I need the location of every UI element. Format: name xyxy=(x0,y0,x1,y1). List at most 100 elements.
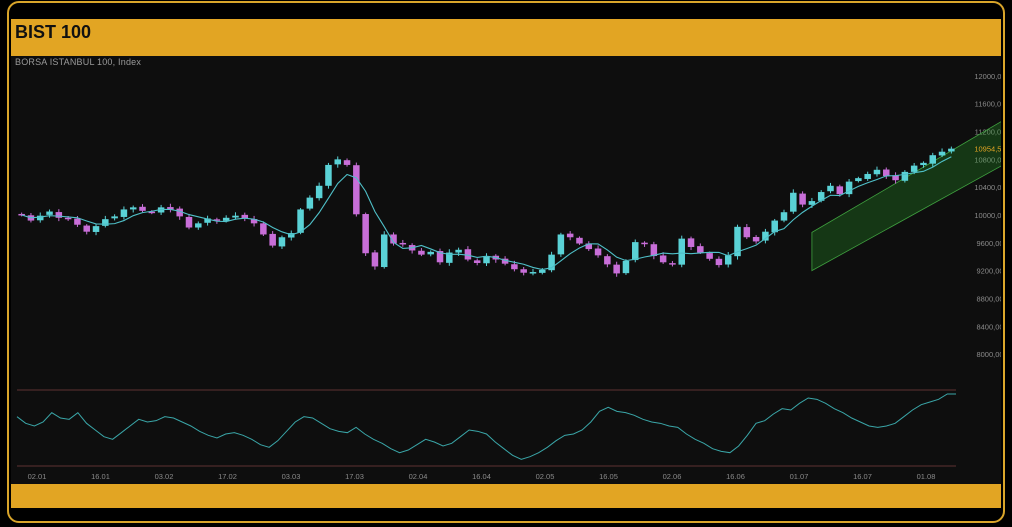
candle-body xyxy=(752,236,760,242)
x-tick-label: 02.06 xyxy=(663,472,682,481)
candle-body xyxy=(659,255,667,263)
candle-body xyxy=(557,234,565,255)
candle-body xyxy=(64,217,72,220)
candle-body xyxy=(260,223,267,235)
candle-body xyxy=(790,192,797,212)
candle-body xyxy=(780,212,788,221)
candle-body xyxy=(120,209,128,217)
candle-body xyxy=(901,171,909,181)
candle-body xyxy=(55,212,63,218)
candle-body xyxy=(139,206,146,211)
candle-body xyxy=(641,242,648,245)
candle-body xyxy=(529,272,537,274)
candle-body xyxy=(594,248,602,256)
candle-body xyxy=(418,250,425,255)
candle-body xyxy=(297,209,304,233)
candle-body xyxy=(910,165,918,172)
candle-body xyxy=(836,186,844,195)
candle-body xyxy=(455,249,462,253)
candle-body xyxy=(873,169,881,175)
x-tick-label: 03.02 xyxy=(155,472,174,481)
x-tick-label: 16.05 xyxy=(599,472,618,481)
candle-body xyxy=(604,256,611,265)
bottom-bar xyxy=(11,484,1001,508)
candle-body xyxy=(92,226,100,232)
candle-body xyxy=(743,227,751,238)
y-tick-label: 8400,00 xyxy=(976,322,1001,331)
candle-body xyxy=(427,251,434,255)
y-tick-label: 10000,00 xyxy=(974,211,1001,220)
candle-body xyxy=(399,242,407,245)
candle-body xyxy=(576,237,583,244)
x-tick-label: 01.08 xyxy=(917,472,936,481)
candle-body xyxy=(539,269,546,273)
candle-body xyxy=(195,223,202,228)
y-tick-label: 12000,00 xyxy=(974,72,1001,81)
x-tick-label: 02.01 xyxy=(28,472,47,481)
candle-body xyxy=(334,159,342,165)
candle-body xyxy=(706,253,713,259)
candle-body xyxy=(799,193,806,205)
x-tick-label: 16.01 xyxy=(91,472,110,481)
candle-body xyxy=(827,185,834,192)
candle-body xyxy=(278,237,286,247)
candle-body xyxy=(46,211,53,215)
chart-title: BIST 100 xyxy=(15,22,92,42)
y-tick-label: 10400,00 xyxy=(974,183,1001,192)
candle-body xyxy=(687,238,695,247)
candle-body xyxy=(669,263,676,265)
x-tick-label: 02.05 xyxy=(536,472,555,481)
candle-body xyxy=(353,165,360,215)
candle-body xyxy=(631,242,639,261)
x-tick-label: 03.03 xyxy=(282,472,301,481)
candle-body xyxy=(511,264,518,270)
oscillator-line xyxy=(16,393,956,460)
candle-body xyxy=(697,246,704,253)
candle-body xyxy=(232,215,239,218)
x-tick-label: 01.07 xyxy=(790,472,809,481)
candle-body xyxy=(111,216,118,219)
x-tick-label: 02.04 xyxy=(409,472,428,481)
candle-body xyxy=(613,264,620,274)
candle-body xyxy=(724,255,732,265)
candle-body xyxy=(920,162,927,166)
candle-body xyxy=(864,173,871,179)
chart-area: BORSA ISTANBUL 100, Index 12000,00 11600,… xyxy=(11,56,1012,484)
candle-body xyxy=(343,160,351,165)
candle-body xyxy=(938,151,946,156)
candle-body xyxy=(185,216,193,228)
x-tick-label: 16.07 xyxy=(853,472,872,481)
x-tick-label: 17.03 xyxy=(345,472,364,481)
candle-body xyxy=(483,256,490,264)
candle-body xyxy=(222,217,230,221)
x-tick-label: 16.06 xyxy=(726,472,745,481)
candle-body xyxy=(315,185,323,199)
x-tick-label: 17.02 xyxy=(218,472,237,481)
candle-body xyxy=(855,178,862,182)
candle-body xyxy=(102,219,109,226)
candle-body xyxy=(129,207,137,210)
y-tick-label: 8800,00 xyxy=(976,294,1001,303)
candle-body xyxy=(948,148,955,152)
candle-body xyxy=(325,164,332,186)
candle-body xyxy=(74,218,81,225)
candle-body xyxy=(678,238,685,265)
candle-body xyxy=(464,249,472,260)
candle-body xyxy=(306,197,314,209)
y-tick-label: 9200,00 xyxy=(976,267,1001,276)
chart-subtitle: BORSA ISTANBUL 100, Index xyxy=(15,57,142,67)
chart-svg: 12000,0011600,0011200,0010800,0010400,00… xyxy=(16,72,1012,481)
candle-body xyxy=(566,233,574,238)
candle-body xyxy=(362,214,369,254)
candle-body xyxy=(929,155,937,164)
candle-body xyxy=(622,260,630,274)
y-tick-label: 9600,00 xyxy=(976,239,1001,248)
y-tick-label: 11600,00 xyxy=(975,100,1001,109)
candle-body xyxy=(269,233,276,246)
candle-body xyxy=(883,169,890,177)
candle-body xyxy=(371,252,379,267)
candle-body xyxy=(520,269,527,273)
candle-body xyxy=(83,225,90,232)
candle-body xyxy=(715,258,723,266)
x-tick-label: 16.04 xyxy=(472,472,491,481)
